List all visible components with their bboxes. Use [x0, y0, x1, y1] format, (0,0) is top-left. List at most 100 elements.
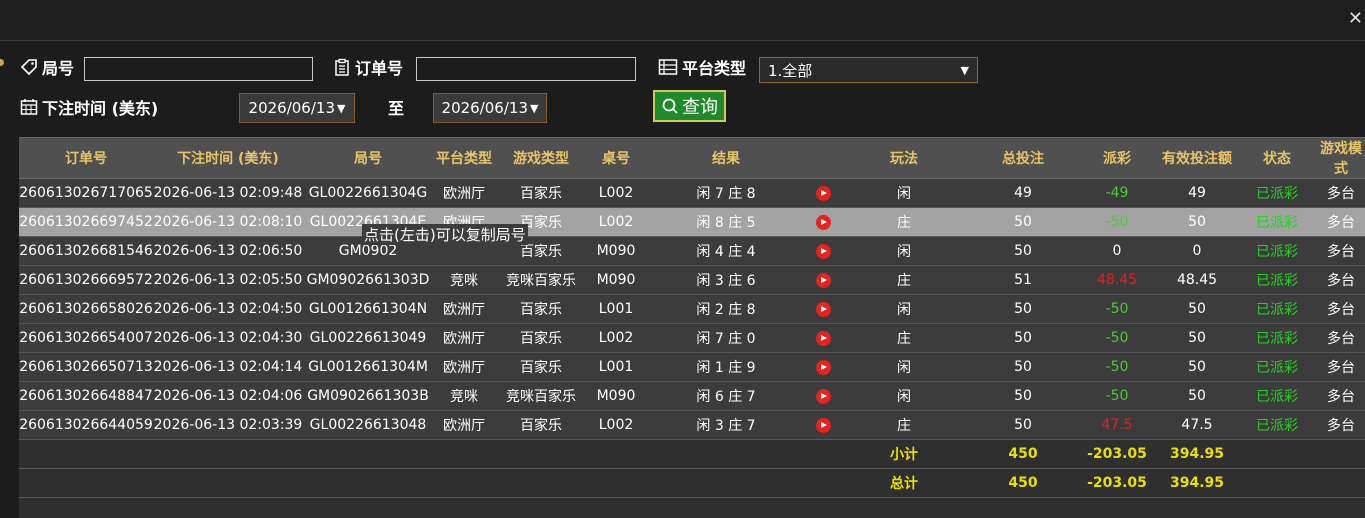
cell-game: 百家乐	[495, 353, 587, 382]
play-video-icon[interactable]	[816, 389, 831, 404]
cell-payout: -50	[1077, 324, 1157, 353]
cell-time: 2026-06-13 02:04:14	[153, 353, 303, 382]
cell-order: 260613026644059	[19, 411, 153, 440]
cell-game: 竞咪百家乐	[495, 382, 587, 411]
cell-platform: 欧洲厅	[433, 179, 495, 208]
cell-time: 2026-06-13 02:06:50	[153, 237, 303, 266]
close-icon[interactable]: ✕	[1348, 8, 1363, 29]
cell-payout: -50	[1077, 295, 1157, 324]
video-cell	[807, 179, 839, 208]
video-cell	[807, 208, 839, 237]
cell-table: M090	[587, 237, 645, 266]
subtotal-label: 小计	[839, 440, 969, 469]
table-row[interactable]: 2606130266440592026-06-13 02:03:39GL0022…	[19, 411, 1365, 440]
table-row[interactable]: 2606130266974522026-06-13 02:08:10GL0022…	[19, 208, 1365, 237]
col-status: 状态	[1237, 138, 1317, 179]
table-row[interactable]: 2606130267170652026-06-13 02:09:48GL0022…	[19, 179, 1365, 208]
play-video-icon[interactable]	[816, 360, 831, 375]
cell-payout: -50	[1077, 382, 1157, 411]
empty-cell	[153, 440, 303, 469]
col-platform: 平台类型	[433, 138, 495, 179]
cell-status: 已派彩	[1237, 353, 1317, 382]
play-video-icon[interactable]	[816, 244, 831, 259]
table-row[interactable]: 2606130266540072026-06-13 02:04:30GL0022…	[19, 324, 1365, 353]
col-table: 桌号	[587, 138, 645, 179]
cell-valid: 50	[1157, 353, 1237, 382]
col-bet-type: 玩法	[839, 138, 969, 179]
cell-total: 50	[969, 295, 1077, 324]
round-input[interactable]	[84, 57, 313, 81]
cell-total: 51	[969, 266, 1077, 295]
col-total: 总投注	[969, 138, 1077, 179]
cell-mode: 多台	[1317, 179, 1365, 208]
grandtotal-payout: -203.05	[1077, 469, 1157, 498]
order-filter-label: 订单号	[333, 55, 403, 79]
empty-cell	[1317, 440, 1365, 469]
cell-time: 2026-06-13 02:09:48	[153, 179, 303, 208]
order-input[interactable]	[416, 57, 636, 81]
empty-cell	[1237, 469, 1317, 498]
cell-total: 50	[969, 411, 1077, 440]
cell-round[interactable]: GL0012661304N	[303, 295, 433, 324]
copy-round-tooltip: 点击(左击)可以复制局号	[362, 224, 528, 245]
cell-round[interactable]: GM0902661303B	[303, 382, 433, 411]
cell-time: 2026-06-13 02:04:30	[153, 324, 303, 353]
cell-round[interactable]: GL00226613048	[303, 411, 433, 440]
play-video-icon[interactable]	[816, 186, 831, 201]
query-button[interactable]: 查询	[653, 90, 726, 122]
date-from-picker[interactable]: 2026/06/13 ▼	[239, 93, 355, 123]
col-video	[807, 138, 839, 179]
subtotal-valid: 394.95	[1157, 440, 1237, 469]
grandtotal-valid: 394.95	[1157, 469, 1237, 498]
date-from-value: 2026/06/13	[249, 99, 335, 117]
date-to-picker[interactable]: 2026/06/13 ▼	[433, 93, 547, 123]
table-row[interactable]: 2606130266695722026-06-13 02:05:50GM0902…	[19, 266, 1365, 295]
cell-total: 49	[969, 179, 1077, 208]
cell-round[interactable]: GM0902661303D	[303, 266, 433, 295]
cell-round[interactable]: GL0012661304M	[303, 353, 433, 382]
play-video-icon[interactable]	[816, 302, 831, 317]
date-to-value: 2026/06/13	[442, 99, 528, 117]
cell-valid: 50	[1157, 295, 1237, 324]
empty-cell	[1237, 440, 1317, 469]
platform-select[interactable]: 1.全部 ▼	[759, 57, 978, 83]
cell-result: 闲 3 庄 7	[645, 411, 807, 440]
col-payout: 派彩	[1077, 138, 1157, 179]
empty-cell	[587, 469, 645, 498]
table-row[interactable]: 2606130266507132026-06-13 02:04:14GL0012…	[19, 353, 1365, 382]
chevron-down-icon: ▼	[961, 64, 969, 77]
table-row[interactable]: 2606130266488472026-06-13 02:04:06GM0902…	[19, 382, 1365, 411]
play-video-icon[interactable]	[816, 331, 831, 346]
table-header-row: 订单号 下注时间 (美东) 局号 平台类型 游戏类型 桌号 结果 玩法 总投注 …	[19, 138, 1365, 179]
cell-order: 260613026717065	[19, 179, 153, 208]
platform-filter-label: 平台类型	[658, 55, 746, 79]
empty-cell	[153, 469, 303, 498]
cell-result: 闲 8 庄 5	[645, 208, 807, 237]
table-row[interactable]: 2606130266815462026-06-13 02:06:50GM0902…	[19, 237, 1365, 266]
cell-valid: 48.45	[1157, 266, 1237, 295]
cell-round[interactable]: GL00226613049	[303, 324, 433, 353]
search-icon	[661, 97, 679, 115]
empty-cell	[587, 440, 645, 469]
cell-payout: -50	[1077, 353, 1157, 382]
cell-game: 竞咪百家乐	[495, 266, 587, 295]
calendar-icon	[20, 98, 38, 116]
cell-order: 260613026648847	[19, 382, 153, 411]
cell-status: 已派彩	[1237, 324, 1317, 353]
play-video-icon[interactable]	[816, 418, 831, 433]
cell-status: 已派彩	[1237, 295, 1317, 324]
empty-cell	[1317, 469, 1365, 498]
cell-time: 2026-06-13 02:04:06	[153, 382, 303, 411]
dialog-titlebar: ✕	[0, 0, 1365, 41]
play-video-icon[interactable]	[816, 273, 831, 288]
table-row[interactable]: 2606130266580262026-06-13 02:04:50GL0012…	[19, 295, 1365, 324]
cell-round[interactable]: GL0022661304G	[303, 179, 433, 208]
empty-cell	[807, 469, 839, 498]
empty-cell	[19, 440, 153, 469]
cell-mode: 多台	[1317, 382, 1365, 411]
cell-valid: 50	[1157, 208, 1237, 237]
play-video-icon[interactable]	[816, 215, 831, 230]
video-cell	[807, 295, 839, 324]
cell-mode: 多台	[1317, 208, 1365, 237]
subtotal-row: 小计450-203.05394.95	[19, 440, 1365, 469]
